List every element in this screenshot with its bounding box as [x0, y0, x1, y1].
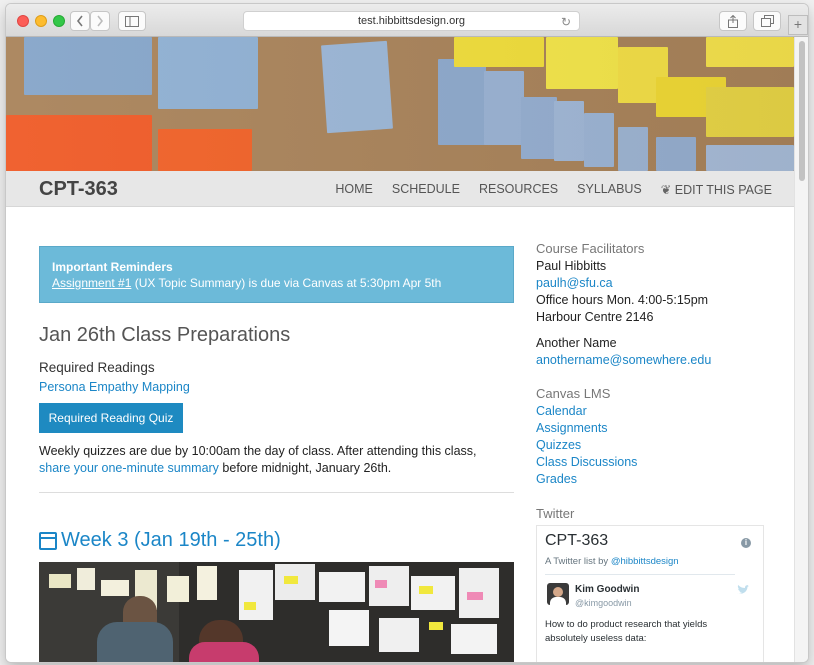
reminder-alert: Important Reminders Assignment #1 (UX To…	[39, 246, 514, 303]
reading-quiz-button[interactable]: Required Reading Quiz	[39, 403, 183, 433]
scrollbar-thumb[interactable]	[799, 41, 805, 181]
canvas-link-grades[interactable]: Grades	[536, 471, 577, 488]
second-facilitator-name: Another Name	[536, 336, 617, 350]
forward-button[interactable]	[90, 11, 110, 31]
twitter-byline: A Twitter list by @hibbittsdesign	[545, 556, 679, 567]
preparations-heading: Jan 26th Class Preparations	[39, 324, 291, 346]
info-icon[interactable]: i	[741, 538, 751, 548]
browser-window: test.hibbittsdesign.org ↻ CPT-363 HOME S…	[6, 4, 808, 662]
sidebar-icon	[125, 15, 139, 27]
chevron-left-icon	[76, 15, 83, 27]
canvas-link-calendar[interactable]: Calendar	[536, 403, 587, 420]
summary-link[interactable]: share your one-minute summary	[39, 461, 219, 475]
para-text-1: Weekly quizzes are due by 10:00am the da…	[39, 444, 477, 458]
canvas-heading: Canvas LMS	[536, 386, 611, 401]
tabs-overview-button[interactable]	[753, 11, 781, 31]
facilitators-heading: Course Facilitators	[536, 241, 645, 256]
second-facilitator-email[interactable]: anothername@somewhere.edu	[536, 352, 711, 369]
main-nav: HOME SCHEDULE RESOURCES SYLLABUS ❦ EDIT …	[335, 182, 772, 197]
alert-text: (UX Topic Summary) is due via Canvas at …	[131, 276, 442, 290]
back-button[interactable]	[70, 11, 90, 31]
para-text-2: before midnight, January 26th.	[218, 461, 392, 475]
minimize-window-button[interactable]	[35, 15, 47, 27]
chevron-right-icon	[97, 15, 104, 27]
address-bar[interactable]: test.hibbittsdesign.org ↻	[243, 11, 580, 31]
tweet-author-name[interactable]: Kim Goodwin	[575, 584, 639, 595]
alert-title: Important Reminders	[52, 260, 173, 274]
nav-resources[interactable]: RESOURCES	[479, 182, 558, 197]
avatar[interactable]	[547, 583, 569, 605]
twitter-list-title[interactable]: CPT-363	[545, 532, 608, 550]
canvas-link-discussions[interactable]: Class Discussions	[536, 454, 637, 471]
twitter-bird-icon[interactable]	[737, 584, 749, 598]
nav-edit-label: EDIT THIS PAGE	[674, 183, 772, 197]
nav-schedule[interactable]: SCHEDULE	[392, 182, 460, 197]
zoom-window-button[interactable]	[53, 15, 65, 27]
tweet-text: How to do product research that yields a…	[545, 619, 708, 644]
facilitator-name: Paul Hibbitts	[536, 259, 607, 273]
url-text: test.hibbittsdesign.org	[357, 15, 465, 27]
close-window-button[interactable]	[17, 15, 29, 27]
facilitator-email[interactable]: paulh@sfu.ca	[536, 275, 613, 292]
vertical-scrollbar[interactable]	[794, 37, 808, 662]
required-readings-label: Required Readings	[39, 360, 155, 375]
calendar-icon	[39, 531, 57, 550]
site-brand[interactable]: CPT-363	[39, 178, 118, 201]
tweet-author-handle[interactable]: @kimgoodwin	[575, 598, 632, 608]
canvas-link-assignments[interactable]: Assignments	[536, 420, 608, 437]
nav-home[interactable]: HOME	[335, 182, 373, 197]
tabs-icon	[760, 15, 774, 27]
share-icon	[728, 14, 738, 28]
site-navbar: CPT-363 HOME SCHEDULE RESOURCES SYLLABUS…	[6, 171, 794, 207]
reading-link[interactable]: Persona Empathy Mapping	[39, 380, 190, 394]
twitter-divider	[545, 574, 735, 575]
office-hours: Office hours Mon. 4:00-5:15pm	[536, 293, 709, 307]
nav-edit-this-page[interactable]: ❦ EDIT THIS PAGE	[661, 182, 772, 197]
edit-icon: ❦	[660, 183, 672, 197]
quiz-instructions: Weekly quizzes are due by 10:00am the da…	[39, 443, 499, 477]
sidebar-toggle-button[interactable]	[118, 11, 146, 31]
twitter-heading: Twitter	[536, 506, 575, 521]
twitter-logo-icon	[737, 585, 749, 594]
nav-syllabus[interactable]: SYLLABUS	[577, 182, 642, 197]
hero-image	[6, 37, 794, 171]
share-button[interactable]	[719, 11, 747, 31]
week-heading[interactable]: Week 3 (Jan 19th - 25th)	[39, 529, 281, 552]
section-divider	[39, 492, 514, 493]
twitter-widget: CPT-363 i A Twitter list by @hibbittsdes…	[536, 525, 764, 662]
web-page: CPT-363 HOME SCHEDULE RESOURCES SYLLABUS…	[6, 37, 794, 662]
canvas-link-quizzes[interactable]: Quizzes	[536, 437, 581, 454]
week-heading-text: Week 3 (Jan 19th - 25th)	[61, 529, 281, 551]
new-tab-button[interactable]: +	[788, 15, 808, 35]
office-location: Harbour Centre 2146	[536, 310, 654, 324]
reload-icon[interactable]: ↻	[561, 13, 571, 31]
assignment-link[interactable]: Assignment #1	[52, 276, 131, 290]
browser-toolbar: test.hibbittsdesign.org ↻	[6, 4, 808, 37]
byline-handle[interactable]: @hibbittsdesign	[611, 556, 679, 567]
byline-prefix: A Twitter list by	[545, 556, 611, 567]
class-photo	[39, 562, 514, 662]
